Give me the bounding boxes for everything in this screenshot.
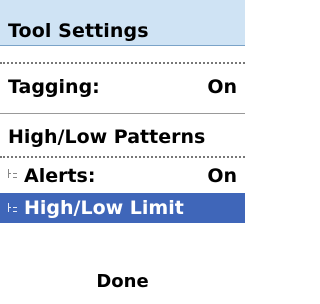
section-header-high-low-patterns[interactable]: High/Low Patterns [0, 120, 245, 154]
tagging-row[interactable]: Tagging: On [0, 70, 245, 104]
tree-branch-icon [8, 169, 17, 178]
tagging-label: Tagging: [8, 76, 100, 98]
done-button[interactable]: Done [0, 270, 245, 294]
divider-dotted [0, 62, 245, 64]
tree-branch-icon [8, 203, 17, 212]
tagging-value: On [207, 76, 237, 98]
high-low-limit-label: High/Low Limit [24, 197, 184, 219]
divider-dotted-2 [0, 156, 245, 158]
title-bar: Tool Settings [0, 0, 245, 46]
high-low-limit-row[interactable]: High/Low Limit [0, 193, 245, 223]
alerts-label: Alerts: [24, 165, 96, 187]
section-header-label: High/Low Patterns [8, 126, 206, 148]
divider-solid [0, 113, 245, 114]
alerts-value: On [207, 165, 237, 187]
screen-title: Tool Settings [8, 20, 149, 42]
alerts-row[interactable]: Alerts: On [0, 161, 245, 191]
